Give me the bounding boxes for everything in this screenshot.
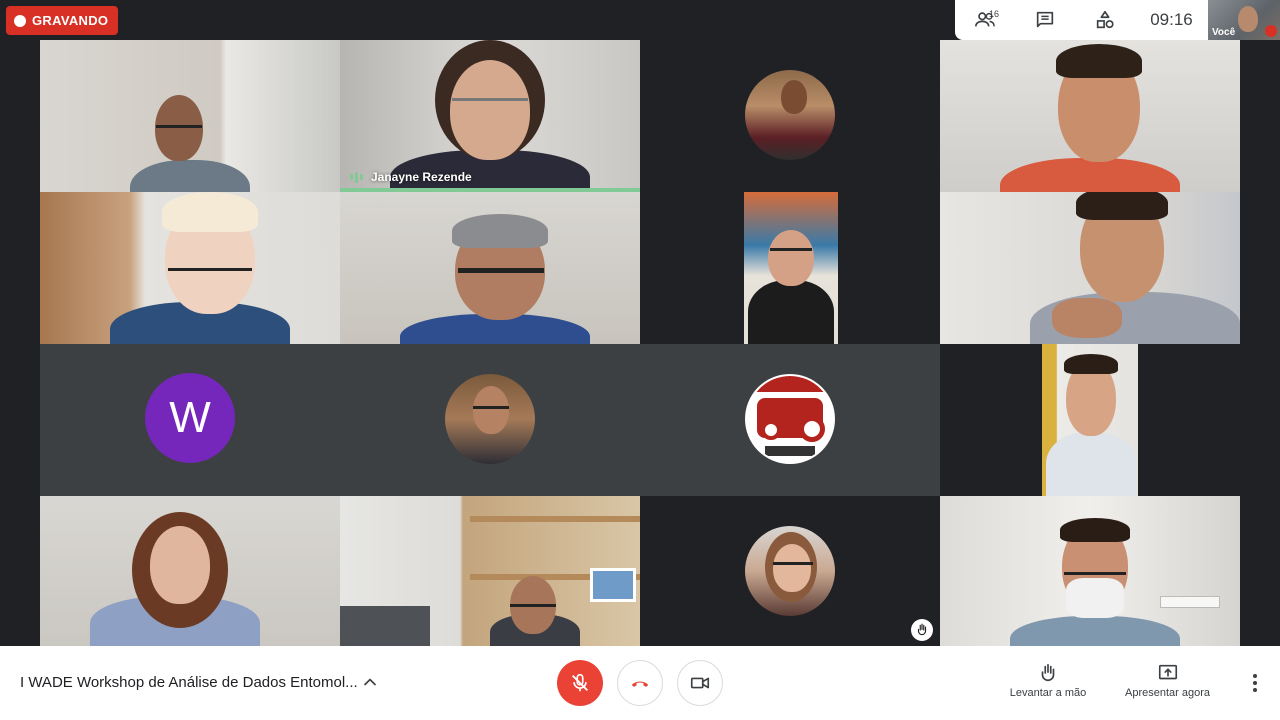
self-label: Você xyxy=(1212,27,1236,38)
institution-mark xyxy=(765,446,815,456)
participants-button[interactable]: 16 xyxy=(955,0,1015,40)
meeting-title[interactable]: I WADE Workshop de Análise de Dados Ento… xyxy=(20,674,358,691)
participant-initial-avatar: W xyxy=(145,373,235,463)
air-conditioner xyxy=(1160,596,1220,608)
microphone-toggle-button[interactable] xyxy=(557,660,603,706)
more-options-button[interactable] xyxy=(1245,672,1265,694)
participant-hair xyxy=(1076,192,1168,220)
recording-badge: GRAVANDO xyxy=(6,6,119,35)
participant-body xyxy=(130,160,250,192)
participant-tile[interactable] xyxy=(340,496,640,648)
present-screen-icon xyxy=(1158,664,1177,680)
participant-tile[interactable] xyxy=(640,344,940,496)
participant-body xyxy=(1010,616,1180,648)
participant-tile[interactable] xyxy=(940,40,1240,192)
bottom-control-bar: I WADE Workshop de Análise de Dados Ento… xyxy=(0,646,1280,720)
glasses xyxy=(1064,572,1126,575)
participant-tile[interactable] xyxy=(640,496,940,648)
raise-hand-icon xyxy=(1041,663,1055,682)
participant-hand xyxy=(1052,298,1122,338)
participant-body xyxy=(1046,432,1136,496)
participant-avatar xyxy=(745,526,835,616)
raised-hand-icon xyxy=(911,619,933,641)
mic-off-icon xyxy=(572,673,588,692)
participant-tile[interactable] xyxy=(640,192,940,344)
more-vert-dot xyxy=(1253,688,1257,692)
participant-tile[interactable] xyxy=(40,496,340,648)
participant-face xyxy=(473,386,509,434)
glasses xyxy=(168,268,252,271)
chevron-up-icon[interactable] xyxy=(360,672,380,692)
glasses xyxy=(458,268,544,273)
participant-name-tag: Janayne Rezende xyxy=(350,170,472,184)
participant-face xyxy=(155,95,203,161)
camera-icon xyxy=(690,677,710,689)
glasses xyxy=(510,604,556,607)
participant-tile[interactable] xyxy=(640,40,940,192)
tractor-wheel xyxy=(799,416,825,442)
video-grid: Janayne Rezende W xyxy=(0,0,1280,648)
raise-hand-button[interactable]: Levantar a mão xyxy=(1008,662,1088,699)
participant-avatar xyxy=(445,374,535,464)
speaker-name: Janayne Rezende xyxy=(371,170,472,184)
chat-button[interactable] xyxy=(1015,0,1075,40)
participant-tile-active-speaker[interactable]: Janayne Rezende xyxy=(340,40,640,192)
participant-tile[interactable] xyxy=(940,496,1240,648)
participant-count: 16 xyxy=(989,9,1000,19)
face-mask xyxy=(1066,578,1124,618)
glasses xyxy=(773,562,813,565)
agricultura-digital-logo xyxy=(745,374,835,464)
participant-tile[interactable]: W xyxy=(40,344,340,496)
participant-hair xyxy=(1056,44,1142,78)
more-vert-icon xyxy=(1253,674,1257,678)
raise-hand-label: Levantar a mão xyxy=(1009,687,1087,699)
sofa xyxy=(340,606,430,648)
participant-avatar xyxy=(745,70,835,160)
participant-tile[interactable] xyxy=(940,192,1240,344)
participant-tile[interactable] xyxy=(40,192,340,344)
camera-toggle-button[interactable] xyxy=(677,660,723,706)
tractor-wheel xyxy=(761,420,781,440)
glasses xyxy=(452,98,528,101)
present-now-button[interactable]: Apresentar agora xyxy=(1120,662,1215,699)
self-mic-off-icon xyxy=(1265,25,1277,37)
glasses xyxy=(156,125,202,128)
present-now-label: Apresentar agora xyxy=(1125,687,1210,699)
participant-hair xyxy=(1060,518,1130,542)
participant-face xyxy=(773,544,811,592)
participant-body xyxy=(1000,158,1180,192)
participant-video xyxy=(1042,344,1138,496)
participant-face xyxy=(781,80,807,114)
participant-hair xyxy=(452,214,548,248)
participant-face xyxy=(450,60,530,160)
participant-tile[interactable] xyxy=(40,40,340,192)
participant-video xyxy=(744,192,838,344)
end-call-button[interactable] xyxy=(617,660,663,706)
speaking-indicator-icon xyxy=(350,171,363,183)
participant-body xyxy=(748,280,834,344)
activities-icon xyxy=(1096,10,1114,29)
clock-time: 09:16 xyxy=(1150,10,1193,29)
top-info-panel: 16 09:16 xyxy=(955,0,1208,40)
shelf xyxy=(470,516,640,522)
end-call-icon xyxy=(631,681,649,687)
participant-face xyxy=(150,526,210,604)
recording-label: GRAVANDO xyxy=(32,13,109,28)
self-face xyxy=(1238,6,1258,32)
participant-tile[interactable] xyxy=(340,344,640,496)
self-view-thumbnail[interactable]: Você xyxy=(1208,0,1280,40)
activities-button[interactable] xyxy=(1075,0,1135,40)
participant-hair xyxy=(1064,354,1118,374)
participant-hair xyxy=(162,192,258,232)
more-vert-dot xyxy=(1253,681,1257,685)
participant-tile[interactable] xyxy=(940,344,1240,496)
record-dot-icon xyxy=(14,14,26,27)
picture-frame xyxy=(590,568,636,602)
participant-tile[interactable] xyxy=(340,192,640,344)
participant-face xyxy=(768,230,814,286)
glasses xyxy=(473,406,509,409)
chat-icon xyxy=(1036,11,1054,28)
logo-banner xyxy=(747,376,833,392)
glasses xyxy=(770,248,812,251)
